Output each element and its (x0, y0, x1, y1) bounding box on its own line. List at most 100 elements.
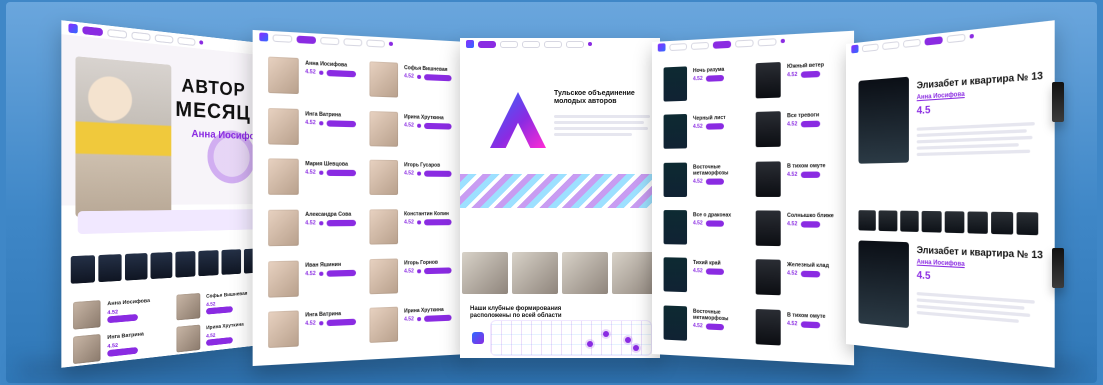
book-item[interactable]: Восточные метаморфозы 4.52 (664, 305, 744, 347)
map-pin-icon[interactable] (625, 337, 631, 343)
nav-pill[interactable] (131, 31, 150, 41)
author-row[interactable]: Инга Ватрина 4.52 (268, 108, 359, 150)
author-row[interactable]: Александра Сова 4.52 (268, 209, 359, 250)
book-item[interactable]: В тихом омуте 4.52 (756, 160, 841, 200)
book-cover[interactable] (125, 253, 147, 281)
region-map[interactable] (490, 320, 652, 356)
subscribe-button[interactable] (424, 219, 452, 225)
book-item[interactable]: Все о драконах 4.52 (664, 210, 744, 249)
nav-pill-active[interactable] (713, 40, 731, 48)
author-card[interactable]: Анна Иосифова 4.52 (73, 295, 170, 330)
notification-icon[interactable] (781, 39, 785, 43)
nav-pill[interactable] (273, 34, 293, 43)
nav-pill-active[interactable] (925, 36, 943, 45)
like-icon[interactable] (417, 317, 421, 321)
author-row[interactable]: Иван Яшинин 4.52 (268, 259, 359, 301)
like-icon[interactable] (319, 71, 323, 75)
book-author[interactable]: Анна Иосифова (917, 92, 965, 102)
site-logo-icon[interactable] (658, 43, 666, 51)
subscribe-button[interactable] (424, 267, 452, 274)
subscribe-button[interactable] (424, 171, 452, 177)
read-button[interactable] (801, 121, 820, 128)
like-icon[interactable] (417, 123, 421, 127)
book-thumb[interactable] (991, 212, 1012, 235)
book-thumb[interactable] (1016, 212, 1038, 235)
nav-pill[interactable] (691, 41, 709, 49)
nav-pill[interactable] (882, 41, 899, 50)
author-row[interactable]: Анна Иосифова 4.52 (268, 57, 359, 100)
book-item[interactable]: Тихий край 4.52 (664, 258, 744, 298)
nav-pill[interactable] (566, 41, 584, 48)
book-cover[interactable] (150, 252, 172, 279)
read-button[interactable] (706, 123, 724, 130)
map-pin-icon[interactable] (603, 331, 609, 337)
subscribe-button[interactable] (326, 120, 355, 127)
nav-pill[interactable] (177, 36, 195, 45)
nav-pill[interactable] (947, 33, 966, 43)
nav-pill-active[interactable] (297, 35, 316, 43)
subscribe-button[interactable] (326, 319, 355, 327)
subscribe-button[interactable] (424, 315, 452, 322)
book-cover[interactable] (199, 250, 219, 276)
subscribe-button[interactable] (326, 70, 355, 78)
book-item[interactable]: Солнышко ближе 4.52 (756, 210, 841, 250)
nav-pill[interactable] (107, 28, 127, 38)
read-button[interactable] (706, 269, 724, 276)
nav-pill[interactable] (862, 43, 878, 52)
like-icon[interactable] (319, 171, 323, 175)
like-icon[interactable] (417, 220, 421, 224)
book-item[interactable]: Ночь разума 4.52 (664, 64, 744, 105)
book-item[interactable]: Железный клад 4.52 (756, 260, 841, 302)
nav-pill[interactable] (500, 41, 518, 48)
book-cover[interactable] (175, 251, 196, 278)
similar-books[interactable] (858, 210, 1038, 235)
nav-pill[interactable] (669, 43, 687, 51)
book-thumb[interactable] (900, 211, 919, 232)
nav-pill[interactable] (522, 41, 540, 48)
book-author[interactable]: Анна Иосифова (917, 259, 965, 268)
book-thumb[interactable] (858, 210, 876, 231)
read-button[interactable] (801, 171, 820, 177)
subscribe-button[interactable] (326, 220, 355, 227)
author-card[interactable]: Софья Вишневая 4.52 (176, 289, 261, 321)
book-cover[interactable] (71, 255, 95, 284)
read-button[interactable] (706, 323, 724, 330)
books-carousel[interactable] (71, 248, 263, 284)
author-row[interactable]: Игорь Горнов 4.52 (369, 257, 454, 298)
subscribe-button[interactable] (424, 74, 452, 81)
like-icon[interactable] (417, 75, 421, 79)
author-row[interactable]: Инга Ватрина 4.52 (268, 308, 359, 352)
author-row[interactable]: Игорь Гусаров 4.52 (369, 160, 454, 199)
book-item[interactable]: Все тревоги 4.52 (756, 110, 841, 151)
read-button[interactable] (801, 71, 820, 78)
like-icon[interactable] (417, 172, 421, 176)
book-thumb[interactable] (967, 211, 988, 233)
author-row[interactable]: Ирина Хруткина 4.52 (369, 305, 454, 347)
read-button[interactable] (706, 220, 724, 226)
site-logo-icon[interactable] (68, 23, 77, 33)
read-button[interactable] (706, 75, 724, 82)
nav-pill[interactable] (155, 34, 174, 44)
book-item[interactable]: Южный ветер 4.52 (756, 59, 841, 102)
site-logo-icon[interactable] (259, 32, 268, 41)
nav-pill[interactable] (735, 39, 753, 47)
book-cover[interactable] (222, 249, 242, 275)
book-item[interactable]: Черный лист 4.52 (664, 113, 744, 153)
like-icon[interactable] (319, 121, 323, 125)
site-logo-icon[interactable] (466, 40, 474, 48)
nav-pill-active[interactable] (478, 41, 496, 48)
nav-pill[interactable] (366, 39, 384, 47)
book-thumb[interactable] (879, 210, 897, 231)
like-icon[interactable] (319, 271, 323, 275)
nav-pill[interactable] (758, 38, 777, 46)
subscribe-button[interactable] (326, 170, 355, 177)
read-button[interactable] (801, 321, 820, 328)
subscribe-button[interactable] (326, 269, 355, 276)
notification-icon[interactable] (970, 34, 974, 39)
map-pin-icon[interactable] (587, 341, 593, 347)
author-row[interactable]: Софья Вишневая 4.52 (369, 61, 454, 103)
nav-pill[interactable] (903, 38, 921, 47)
notification-icon[interactable] (389, 42, 393, 46)
author-row[interactable]: Мария Шевцова 4.52 (268, 159, 359, 199)
map-pin-icon[interactable] (633, 345, 639, 351)
